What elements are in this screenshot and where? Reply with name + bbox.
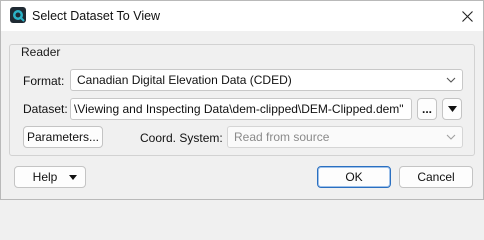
dataset-value: \Viewing and Inspecting Data\dem-clipped…: [74, 102, 404, 116]
parameters-button-label: Parameters...: [26, 130, 100, 144]
browse-button[interactable]: ...: [417, 98, 437, 120]
dataset-menu-button[interactable]: [442, 98, 462, 120]
ok-button-label: OK: [345, 170, 363, 184]
title-bar: Select Dataset To View: [1, 1, 483, 31]
coord-system-value: Read from source: [234, 130, 330, 144]
coord-system-select[interactable]: Read from source: [227, 126, 463, 148]
reader-group-label: Reader: [21, 45, 61, 59]
dataset-input[interactable]: \Viewing and Inspecting Data\dem-clipped…: [70, 98, 412, 120]
chevron-down-icon: [446, 134, 456, 140]
help-button[interactable]: Help: [14, 166, 86, 188]
window-title: Select Dataset To View: [32, 9, 161, 23]
format-select[interactable]: Canadian Digital Elevation Data (CDED): [70, 69, 463, 91]
cancel-button[interactable]: Cancel: [399, 166, 473, 188]
browse-button-label: ...: [421, 102, 432, 116]
parameters-button[interactable]: Parameters...: [23, 126, 103, 148]
close-button[interactable]: [451, 1, 483, 31]
coord-system-label: Coord. System:: [140, 131, 223, 145]
select-dataset-dialog: Select Dataset To View Reader Format: Ca…: [0, 0, 484, 200]
triangle-down-icon: [447, 106, 457, 112]
triangle-down-icon: [69, 175, 77, 180]
format-label: Format:: [23, 74, 65, 88]
chevron-down-icon: [446, 77, 456, 83]
close-icon: [461, 10, 473, 22]
fme-app-icon: [10, 7, 26, 23]
format-value: Canadian Digital Elevation Data (CDED): [77, 73, 292, 87]
dataset-label: Dataset:: [23, 102, 68, 116]
help-button-label: Help: [32, 170, 58, 184]
ok-button[interactable]: OK: [317, 166, 391, 188]
cancel-button-label: Cancel: [417, 170, 455, 184]
